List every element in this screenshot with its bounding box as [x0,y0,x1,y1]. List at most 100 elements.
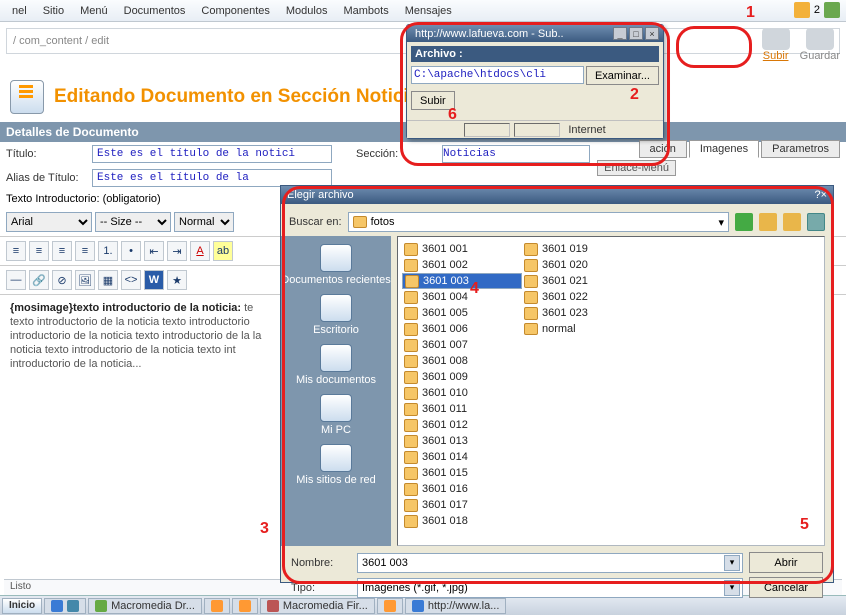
menu-item[interactable]: Modulos [278,5,336,17]
submit-upload-button[interactable]: Subir [411,91,455,110]
file-item[interactable]: 3601 016 [402,481,497,497]
menu-item[interactable]: Sitio [35,5,72,17]
lookin-combo[interactable]: fotos ▾ [348,212,729,232]
file-item[interactable]: 3601 022 [522,289,617,305]
menu-item[interactable]: Documentos [116,5,194,17]
cancel-button[interactable]: Cancelar [749,577,823,598]
chevron-down-icon[interactable]: ▾ [724,555,740,571]
menu-item[interactable]: Componentes [193,5,278,17]
upload-action[interactable]: Subir [762,28,790,62]
align-right-icon[interactable]: ≡ [52,241,72,261]
html-icon[interactable]: <> [121,270,141,290]
chevron-down-icon[interactable]: ▾ [724,580,740,596]
font-select[interactable]: Arial [6,212,92,232]
chevron-down-icon[interactable]: ▾ [718,216,724,229]
file-item[interactable]: 3601 020 [522,257,617,273]
align-justify-icon[interactable]: ≡ [75,241,95,261]
file-item[interactable]: 3601 002 [402,257,497,273]
upload-label[interactable]: Subir [763,50,789,62]
font-color-icon[interactable]: A [190,241,210,261]
word-icon[interactable]: W [144,270,164,290]
align-left-icon[interactable]: ≡ [6,241,26,261]
file-item[interactable]: 3601 013 [402,433,497,449]
save-label: Guardar [800,50,840,62]
file-item[interactable]: 3601 004 [402,289,497,305]
place-mypc[interactable]: Mi PC [281,392,391,438]
format-select[interactable]: Normal [174,212,234,232]
file-item[interactable]: 3601 014 [402,449,497,465]
place-recent[interactable]: Documentos recientes [281,242,391,288]
file-item[interactable]: 3601 012 [402,417,497,433]
file-item[interactable]: 3601 008 [402,353,497,369]
file-item[interactable]: 3601 018 [402,513,497,529]
list-ul-icon[interactable]: • [121,241,141,261]
menu-item[interactable]: Menú [72,5,116,17]
task-item[interactable] [204,598,230,614]
new-folder-icon[interactable] [783,213,801,231]
editor-content[interactable]: {mosimage}texto introductorio de la noti… [0,295,280,377]
list-ol-icon[interactable]: 1. [98,241,118,261]
file-list[interactable]: 3601 0013601 0023601 0033601 0043601 005… [397,236,825,546]
views-icon[interactable] [807,213,825,231]
popup-titlebar[interactable]: http://www.lafueva.com - Sub.. _ □ × [407,25,663,42]
quick-launch[interactable] [44,598,86,614]
user-icon[interactable] [824,2,840,18]
file-item[interactable]: 3601 021 [522,273,617,289]
file-path-input[interactable] [411,66,584,84]
close-icon[interactable]: × [645,27,659,40]
unlink-icon[interactable]: ⊘ [52,270,72,290]
menu-item[interactable]: Mensajes [397,5,460,17]
browse-button[interactable]: Examinar... [586,66,659,85]
open-button[interactable]: Abrir [749,552,823,573]
place-desktop[interactable]: Escritorio [281,292,391,338]
task-item[interactable] [232,598,258,614]
maximize-icon[interactable]: □ [629,27,643,40]
table-icon[interactable]: ▦ [98,270,118,290]
file-name: 3601 010 [422,387,468,399]
title-input[interactable] [92,145,332,163]
file-item[interactable]: 3601 006 [402,321,497,337]
highlight-icon[interactable]: ab [213,241,233,261]
tab-params[interactable]: Parametros [761,140,840,158]
tab-link-menu[interactable]: Enlace-Menú [597,160,676,176]
file-item[interactable]: 3601 003 [402,273,522,289]
filedlg-titlebar[interactable]: Elegir archivo ?× [281,186,833,204]
outdent-icon[interactable]: ⇤ [144,241,164,261]
hr-icon[interactable]: — [6,270,26,290]
start-button[interactable]: Inicio [2,598,42,614]
back-icon[interactable] [735,213,753,231]
link-icon[interactable]: 🔗 [29,270,49,290]
tab-images[interactable]: Imagenes [689,140,759,158]
file-item[interactable]: 3601 019 [522,241,617,257]
close-icon[interactable]: × [821,189,827,201]
up-folder-icon[interactable] [759,213,777,231]
size-select[interactable]: -- Size -- [95,212,171,232]
indent-icon[interactable]: ⇥ [167,241,187,261]
file-item[interactable]: 3601 017 [402,497,497,513]
file-item[interactable]: 3601 023 [522,305,617,321]
menu-item[interactable]: Mambots [335,5,396,17]
filename-combo[interactable]: 3601 003▾ [357,553,743,573]
zone-text: Internet [568,124,605,136]
save-action[interactable]: Guardar [800,28,840,62]
tool-icon[interactable]: ★ [167,270,187,290]
file-item[interactable]: 3601 015 [402,465,497,481]
section-select[interactable] [442,145,590,163]
place-mydocs[interactable]: Mis documentos [281,342,391,388]
menu-item[interactable]: nel [4,5,35,17]
file-item[interactable]: 3601 010 [402,385,497,401]
tab-info[interactable]: ación [639,140,687,158]
file-item[interactable]: 3601 011 [402,401,497,417]
filetype-combo[interactable]: Imágenes (*.gif, *.jpg)▾ [357,578,743,598]
minimize-icon[interactable]: _ [613,27,627,40]
file-item[interactable]: normal [522,321,617,337]
image-icon[interactable]: 🖼 [75,270,95,290]
file-item[interactable]: 3601 009 [402,369,497,385]
task-item[interactable]: Macromedia Dr... [88,598,202,614]
mail-icon[interactable] [794,2,810,18]
place-network[interactable]: Mis sitios de red [281,442,391,488]
file-item[interactable]: 3601 005 [402,305,497,321]
file-item[interactable]: 3601 007 [402,337,497,353]
align-center-icon[interactable]: ≡ [29,241,49,261]
file-item[interactable]: 3601 001 [402,241,497,257]
